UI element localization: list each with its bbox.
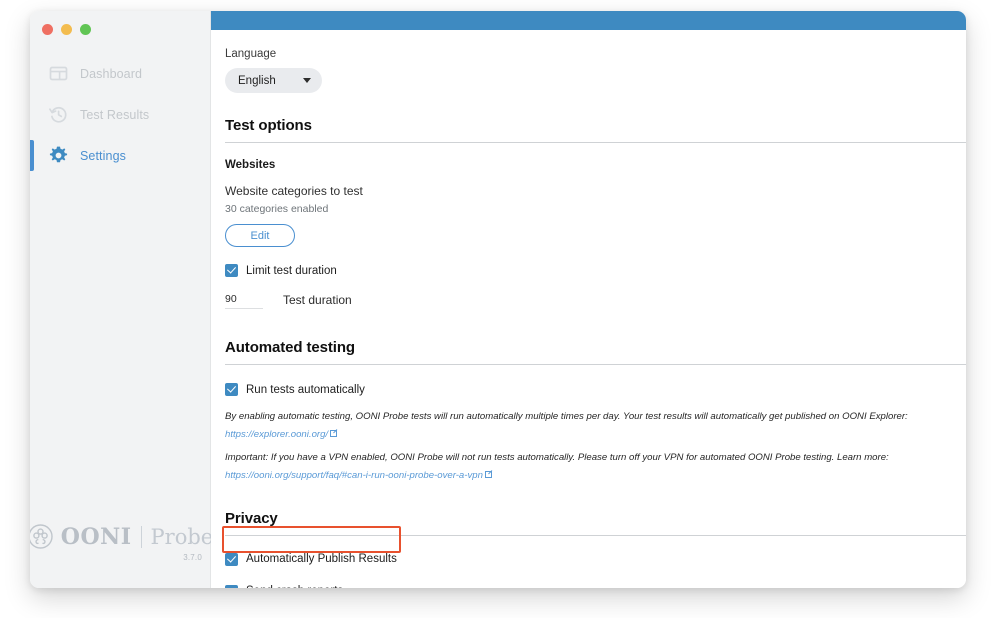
vpn-faq-link[interactable]: https://ooni.org/support/faq/#can-i-run-…	[225, 470, 492, 481]
send-crash-reports-label: Send crash reports	[246, 585, 343, 588]
vpn-faq-link-text: https://ooni.org/support/faq/#can-i-run-…	[225, 469, 483, 481]
automated-testing-note-2: Important: If you have a VPN enabled, OO…	[225, 451, 889, 463]
app-window: Dashboard Test Results Settings OONI Pro…	[30, 11, 966, 588]
auto-publish-results-row[interactable]: Automatically Publish Results	[225, 552, 954, 566]
explorer-link-text: https://explorer.ooni.org/	[225, 428, 329, 440]
sidebar-item-label: Test Results	[80, 107, 150, 122]
auto-publish-results-checkbox[interactable]	[225, 552, 238, 566]
test-duration-label: Test duration	[283, 293, 352, 307]
title-bar	[211, 11, 966, 30]
window-controls	[42, 24, 91, 35]
language-select[interactable]: English	[225, 68, 322, 93]
main-panel: Language English Test options Websites W…	[211, 11, 966, 588]
explorer-link[interactable]: https://explorer.ooni.org/	[225, 428, 338, 440]
website-categories-label: Website categories to test	[225, 184, 363, 198]
ooni-mark-icon	[30, 523, 54, 550]
sidebar-item-label: Dashboard	[80, 66, 143, 81]
section-divider	[225, 364, 966, 365]
sidebar-item-label: Settings	[80, 148, 126, 163]
brand-name: OONI	[60, 523, 132, 550]
test-duration-input[interactable]: 90	[225, 293, 263, 309]
test-duration-row: 90 Test duration	[225, 293, 954, 309]
run-tests-automatically-checkbox[interactable]	[225, 383, 238, 396]
sidebar-nav: Dashboard Test Results Settings	[30, 53, 210, 176]
edit-categories-button[interactable]: Edit	[225, 224, 295, 247]
settings-content: Language English Test options Websites W…	[211, 30, 966, 588]
sidebar-item-settings[interactable]: Settings	[30, 135, 210, 176]
language-field: Language English	[225, 48, 954, 93]
sidebar: Dashboard Test Results Settings OONI Pro…	[30, 11, 213, 588]
sidebar-item-test-results[interactable]: Test Results	[30, 94, 210, 135]
send-crash-reports-row[interactable]: Send crash reports	[225, 584, 954, 588]
external-link-icon	[330, 429, 338, 437]
language-selected-value: English	[238, 74, 276, 87]
screen: Dashboard Test Results Settings OONI Pro…	[0, 0, 1000, 618]
chevron-down-icon	[303, 78, 311, 83]
run-tests-automatically-label: Run tests automatically	[246, 383, 365, 396]
run-tests-automatically-row[interactable]: Run tests automatically	[225, 383, 954, 396]
limit-test-duration-row[interactable]: Limit test duration	[225, 264, 954, 277]
automated-testing-heading: Automated testing	[225, 339, 355, 356]
section-divider	[225, 534, 966, 536]
website-categories-status: 30 categories enabled	[225, 203, 329, 215]
maximize-window-button[interactable]	[80, 24, 91, 35]
brand-version: 3.7.0	[183, 553, 202, 562]
send-crash-reports-checkbox[interactable]	[225, 584, 238, 588]
brand-logo: OONI Probe 3.7.0	[30, 523, 213, 562]
websites-heading: Websites	[225, 159, 276, 171]
minimize-window-button[interactable]	[61, 24, 72, 35]
dashboard-icon	[48, 63, 69, 84]
privacy-heading: Privacy	[225, 509, 278, 527]
close-window-button[interactable]	[42, 24, 53, 35]
limit-test-duration-checkbox[interactable]	[225, 264, 238, 277]
section-divider	[225, 142, 966, 143]
language-label: Language	[225, 48, 277, 60]
limit-test-duration-label: Limit test duration	[246, 264, 337, 277]
gear-icon	[48, 145, 69, 166]
brand-divider	[140, 525, 142, 548]
external-link-icon	[484, 470, 492, 478]
sidebar-item-dashboard[interactable]: Dashboard	[30, 53, 210, 94]
test-options-heading: Test options	[225, 117, 312, 134]
automated-testing-note-1: By enabling automatic testing, OONI Prob…	[225, 411, 908, 422]
brand-product: Probe	[150, 524, 214, 549]
test-results-icon	[48, 104, 69, 125]
auto-publish-results-label: Automatically Publish Results	[246, 553, 397, 566]
